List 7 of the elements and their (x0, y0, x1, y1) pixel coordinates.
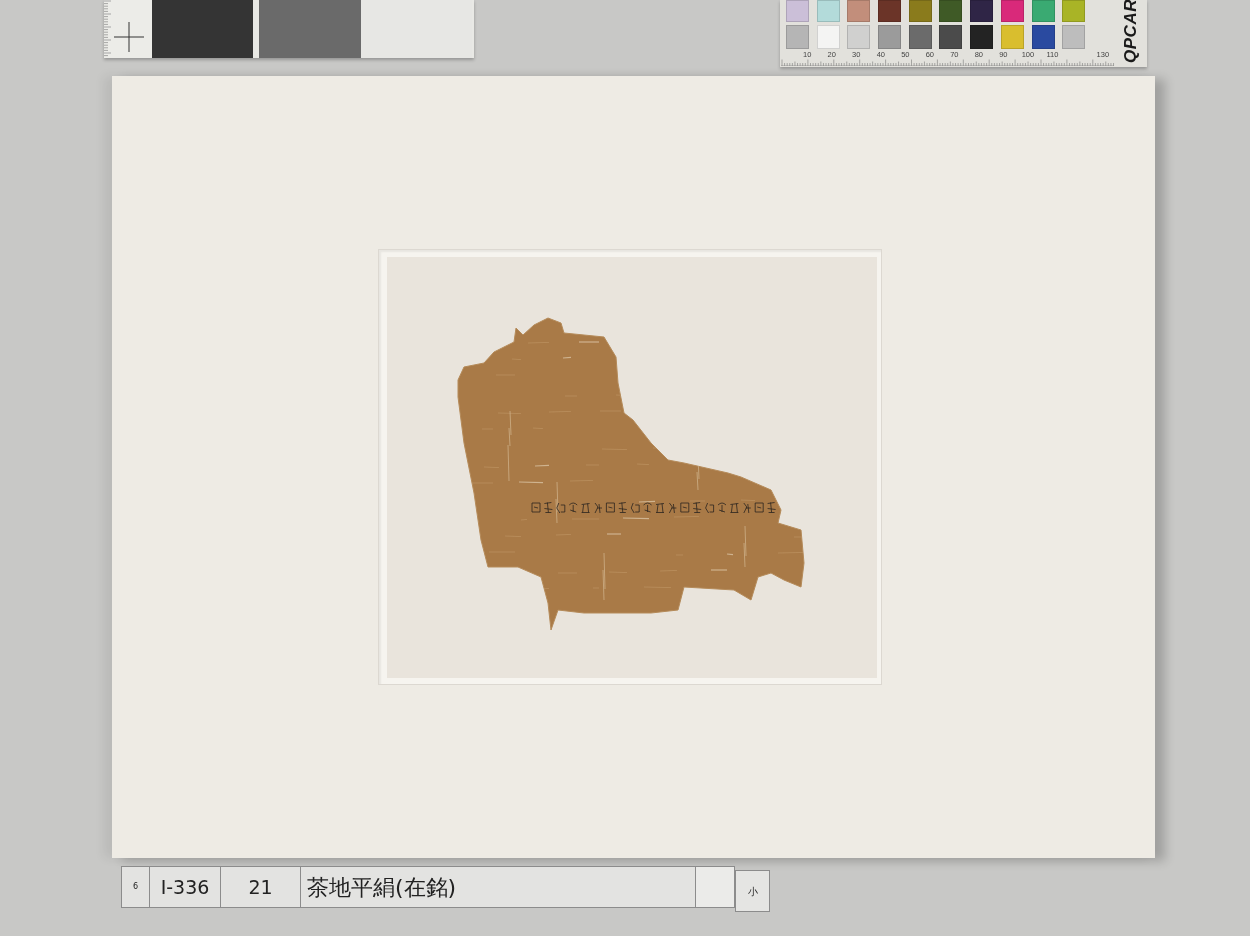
index-number: 6 (122, 867, 150, 907)
crosshair-icon (114, 22, 144, 52)
brand-logo: QPCAR (1121, 0, 1141, 63)
item-number: 21 (221, 867, 301, 907)
ruler-scale-drawing (104, 0, 112, 58)
size-label: 小 (735, 870, 770, 912)
catalog-number: I-336 (150, 867, 221, 907)
